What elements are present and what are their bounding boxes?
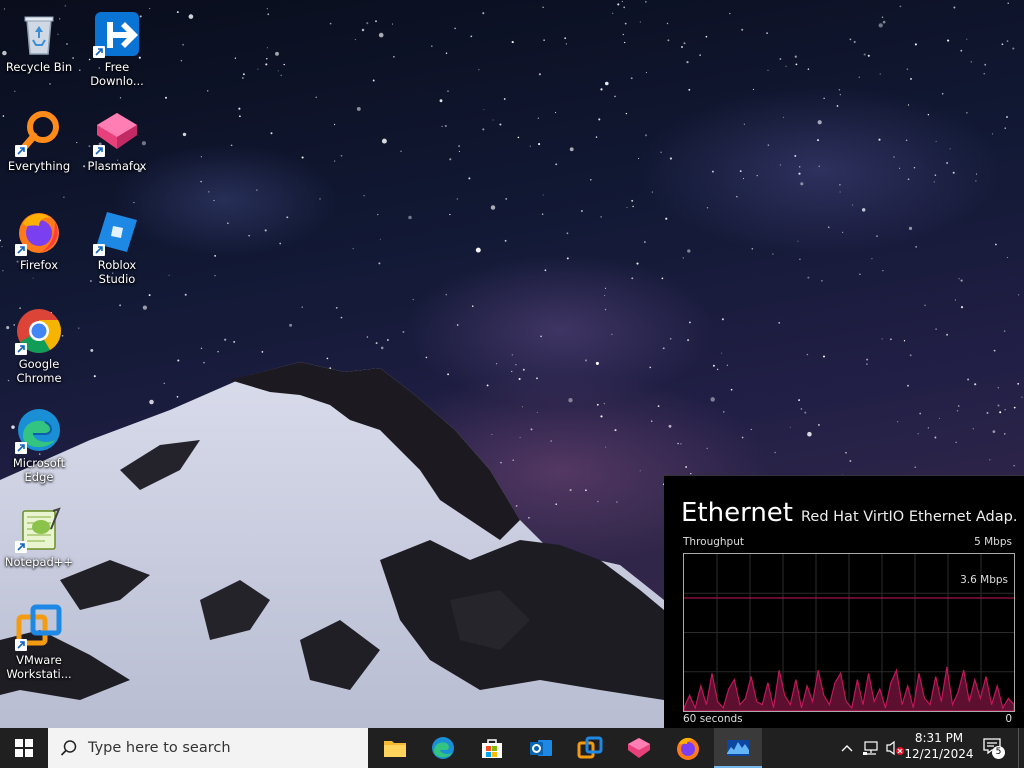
desktop-icon-label: Google Chrome <box>16 357 62 385</box>
taskbar-search-box[interactable]: Type here to search <box>48 728 368 768</box>
show-desktop-button[interactable] <box>1018 728 1024 768</box>
plasmafox-icon <box>93 109 141 157</box>
notification-count-badge: 5 <box>992 746 1005 759</box>
min-scale-label: 0 <box>1005 713 1012 725</box>
shortcut-arrow-icon <box>15 343 27 355</box>
desktop[interactable]: Recycle Bin Free Downlo... Everything Pl… <box>0 0 1024 728</box>
desktop-icon-label: VMware Workstati... <box>6 653 72 681</box>
volume-tray-button[interactable] <box>884 728 906 768</box>
action-center-button[interactable]: 5 <box>978 728 1008 768</box>
plasmafox-icon <box>628 738 650 758</box>
desktop-icon-plasmafox[interactable]: Plasmafox <box>78 105 156 173</box>
shortcut-arrow-icon <box>93 244 105 256</box>
network-monitor-icon <box>727 740 749 756</box>
file-explorer-icon <box>384 741 406 757</box>
shortcut-arrow-icon <box>15 244 27 256</box>
roblox-studio-icon <box>93 208 141 256</box>
throughput-label: Throughput <box>683 536 744 548</box>
desktop-icon-everything[interactable]: Everything <box>0 105 78 173</box>
firefox-icon <box>677 737 699 760</box>
recycle-bin-icon <box>15 10 63 58</box>
desktop-icon-label: Roblox Studio <box>97 258 137 286</box>
desktop-icon-firefox[interactable]: Firefox <box>0 204 78 272</box>
current-throughput-label: 3.6 Mbps <box>960 574 1008 586</box>
desktop-icon-free-download-manager[interactable]: Free Downlo... <box>78 6 156 88</box>
clock-time: 8:31 PM <box>914 731 964 745</box>
vmware-workstation-icon <box>15 603 63 651</box>
time-window-label: 60 seconds <box>683 713 743 725</box>
taskbar: Type here to search 8:31 PM 12/21/2024 5 <box>0 728 1024 768</box>
desktop-icon-microsoft-edge[interactable]: Microsoft Edge <box>0 402 78 484</box>
outlook-icon <box>530 740 552 756</box>
desktop-icon-label: Microsoft Edge <box>12 456 66 484</box>
search-icon <box>60 740 77 756</box>
shortcut-arrow-icon <box>15 541 27 553</box>
adapter-name: Red Hat VirtIO Ethernet Adap... <box>801 509 1017 525</box>
windows-logo-icon <box>15 739 33 757</box>
desktop-icon-notepad-plus-plus[interactable]: Notepad++ <box>0 501 78 569</box>
edge-icon <box>432 737 454 759</box>
taskbar-network-monitor[interactable] <box>714 728 762 768</box>
desktop-icon-label: Everything <box>7 159 71 173</box>
clock[interactable]: 8:31 PM 12/21/2024 <box>904 730 974 762</box>
chrome-icon <box>15 307 63 355</box>
edge-icon <box>15 406 63 454</box>
notification-icon: 5 <box>983 738 1005 759</box>
taskbar-firefox[interactable] <box>664 728 712 768</box>
notepad-plus-plus-icon <box>15 505 63 553</box>
flyout-title: Ethernet <box>681 498 793 528</box>
everything-search-icon <box>15 109 63 157</box>
desktop-icon-vmware-workstation[interactable]: VMware Workstati... <box>0 599 78 681</box>
start-button[interactable] <box>0 728 48 768</box>
desktop-icon-label: Recycle Bin <box>5 60 73 74</box>
vmware-workstation-icon <box>577 736 603 759</box>
desktop-icon-label: Firefox <box>19 258 59 272</box>
shortcut-arrow-icon <box>15 442 27 454</box>
desktop-icon-label: Notepad++ <box>4 555 74 569</box>
free-download-manager-icon <box>93 10 141 58</box>
shortcut-arrow-icon <box>93 145 105 157</box>
ethernet-flyout[interactable]: Ethernet Red Hat VirtIO Ethernet Adap...… <box>664 475 1024 728</box>
search-placeholder: Type here to search <box>88 740 231 756</box>
network-tray-button[interactable] <box>860 728 882 768</box>
desktop-icon-label: Free Downlo... <box>90 60 144 88</box>
network-wired-icon <box>863 741 878 755</box>
taskbar-microsoft-store[interactable] <box>468 728 516 768</box>
shortcut-arrow-icon <box>15 639 27 651</box>
taskbar-plasmafox[interactable] <box>615 728 663 768</box>
firefox-icon <box>15 208 63 256</box>
desktop-icon-label: Plasmafox <box>87 159 147 173</box>
desktop-icon-google-chrome[interactable]: Google Chrome <box>0 303 78 385</box>
desktop-icon-recycle-bin[interactable]: Recycle Bin <box>0 6 78 74</box>
taskbar-vmware-workstation[interactable] <box>566 728 614 768</box>
max-scale-label: 5 Mbps <box>974 536 1012 548</box>
desktop-icon-roblox-studio[interactable]: Roblox Studio <box>78 204 156 286</box>
taskbar-file-explorer[interactable] <box>371 728 419 768</box>
shortcut-arrow-icon <box>93 46 105 58</box>
store-icon <box>482 739 502 758</box>
volume-muted-icon <box>886 740 904 756</box>
taskbar-microsoft-edge[interactable] <box>419 728 467 768</box>
taskbar-outlook[interactable] <box>517 728 565 768</box>
show-hidden-icons-button[interactable] <box>838 728 856 768</box>
clock-date: 12/21/2024 <box>904 747 974 761</box>
shortcut-arrow-icon <box>15 145 27 157</box>
chevron-up-icon <box>841 745 853 752</box>
